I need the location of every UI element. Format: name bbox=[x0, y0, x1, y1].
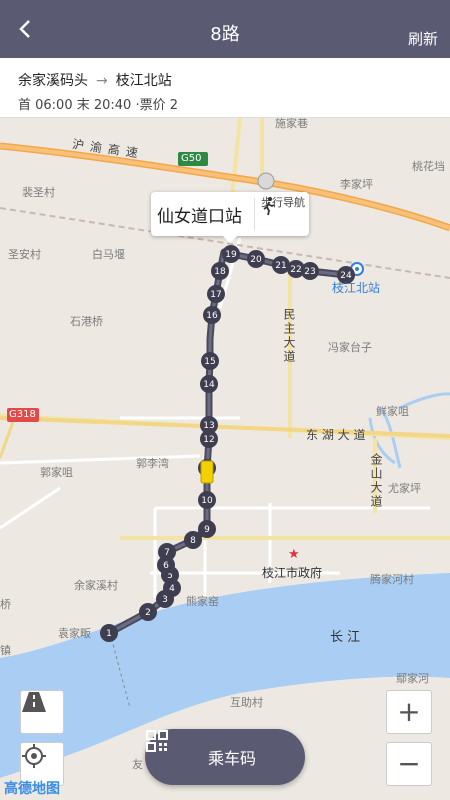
stop-marker: 14 bbox=[200, 375, 218, 393]
map-label: 枝江市政府 bbox=[262, 566, 323, 580]
walking-icon bbox=[263, 197, 275, 216]
page-title: 8路 bbox=[210, 24, 240, 45]
map-label: 袁家畈 bbox=[58, 627, 91, 640]
stop-marker: 18 bbox=[211, 262, 229, 280]
stop-marker: 10 bbox=[198, 491, 216, 509]
map-label: 腾家河村 bbox=[370, 573, 414, 586]
amap-logo: 高德地图 bbox=[4, 781, 60, 797]
bus-icon bbox=[200, 460, 214, 484]
map-label: G318 bbox=[9, 409, 36, 420]
svg-text:13: 13 bbox=[203, 421, 214, 431]
service-area-icon bbox=[257, 172, 275, 190]
zoom-out-button[interactable]: − bbox=[386, 742, 432, 786]
stop-marker: 17 bbox=[207, 285, 225, 303]
ride-qr-code-button[interactable]: 乘车码 bbox=[145, 729, 305, 785]
stop-marker: 19 bbox=[222, 245, 240, 263]
map-view[interactable]: ★ 1 2 3 4 5 6 7 8 9 10 11 12 13 14 15 16… bbox=[0, 118, 450, 800]
map-label: 施家巷 bbox=[275, 118, 308, 130]
stop-marker: 23 bbox=[301, 262, 319, 280]
stop-marker: 1 bbox=[100, 624, 118, 642]
map-label: 郭李湾 bbox=[136, 457, 169, 470]
map-label: 金山大道 bbox=[369, 453, 383, 509]
map-label: 裴圣村 bbox=[22, 186, 55, 199]
route-origin: 余家溪码头 bbox=[18, 73, 88, 89]
svg-text:19: 19 bbox=[225, 250, 237, 260]
route-schedule: 首 06:00 末 20:40 ·票价 2 bbox=[18, 98, 178, 113]
svg-text:12: 12 bbox=[203, 435, 214, 445]
map-label: 长 江 bbox=[330, 630, 361, 645]
svg-text:6: 6 bbox=[163, 561, 169, 571]
stop-marker: 15 bbox=[201, 352, 219, 370]
government-star-icon: ★ bbox=[288, 547, 300, 562]
end-stop-label: 枝江北站 bbox=[332, 281, 381, 295]
refresh-button[interactable]: 刷新 bbox=[408, 28, 438, 49]
route-direction[interactable]: 余家溪码头 → 枝江北站 bbox=[18, 70, 172, 90]
map-label: 白马堰 bbox=[92, 248, 125, 261]
svg-text:2: 2 bbox=[145, 608, 151, 618]
stop-marker: 13 bbox=[200, 416, 218, 434]
qr-code-icon bbox=[146, 730, 168, 752]
top-bar: 8路 刷新 bbox=[0, 0, 450, 58]
selected-stop-name: 仙女道口站 bbox=[157, 207, 242, 227]
svg-text:4: 4 bbox=[169, 584, 175, 594]
popup-divider bbox=[254, 198, 255, 230]
map-label: 互助村 bbox=[230, 696, 263, 709]
svg-text:20: 20 bbox=[250, 255, 262, 265]
svg-text:10: 10 bbox=[201, 496, 213, 506]
svg-text:21: 21 bbox=[275, 261, 286, 271]
zoom-in-button[interactable]: + bbox=[386, 690, 432, 734]
map-label: 李家坪 bbox=[340, 178, 373, 191]
map-label: 冯家台子 bbox=[328, 341, 372, 354]
map-label: 石港桥 bbox=[70, 315, 103, 328]
svg-text:3: 3 bbox=[162, 595, 168, 605]
map-label: 圣安村 bbox=[8, 248, 41, 261]
ride-qr-code-label: 乘车码 bbox=[207, 749, 256, 768]
map-label: 鲜家咀 bbox=[376, 405, 409, 418]
svg-text:16: 16 bbox=[206, 311, 218, 321]
direction-arrow-icon: → bbox=[96, 73, 108, 89]
map-label: 东 湖 大 道 bbox=[306, 428, 366, 442]
map-label: 熊家窑 bbox=[186, 595, 219, 608]
svg-text:18: 18 bbox=[214, 267, 226, 277]
stop-popup[interactable]: 仙女道口站 步行导航 bbox=[151, 192, 309, 243]
map-label: 镇 bbox=[0, 644, 11, 657]
popup-pointer bbox=[223, 236, 237, 243]
svg-text:8: 8 bbox=[190, 536, 196, 546]
map-label: 郭家咀 bbox=[40, 466, 73, 479]
svg-text:22: 22 bbox=[290, 265, 301, 275]
map-label: 余家溪村 bbox=[74, 579, 118, 592]
stop-marker: 20 bbox=[247, 250, 265, 268]
zoom-in-icon: + bbox=[397, 695, 421, 728]
stop-marker: 2 bbox=[139, 603, 157, 621]
stop-marker: 16 bbox=[203, 306, 221, 324]
walk-nav-button[interactable]: 步行导航 bbox=[259, 196, 307, 216]
svg-text:15: 15 bbox=[204, 357, 215, 367]
map-label: 桥 bbox=[0, 598, 11, 611]
svg-text:7: 7 bbox=[164, 548, 170, 558]
svg-text:14: 14 bbox=[203, 380, 215, 390]
route-destination: 枝江北站 bbox=[115, 73, 172, 89]
svg-text:17: 17 bbox=[210, 290, 221, 300]
stop-marker: 8 bbox=[184, 531, 202, 549]
stop-marker: 7 bbox=[158, 543, 176, 561]
road-icon bbox=[22, 692, 46, 712]
stop-marker: 9 bbox=[198, 520, 216, 538]
map-label: 鄢家河 bbox=[396, 672, 429, 685]
map-label: 桃花垱 bbox=[412, 160, 445, 173]
map-label: 尤家坪 bbox=[388, 482, 421, 495]
map-label: 民主大道 bbox=[282, 308, 296, 364]
svg-text:9: 9 bbox=[204, 525, 210, 535]
traffic-layer-button[interactable] bbox=[20, 690, 64, 734]
svg-text:23: 23 bbox=[304, 267, 315, 277]
zoom-out-icon: − bbox=[397, 747, 421, 780]
route-info-panel: 余家溪码头 → 枝江北站 首 06:00 末 20:40 ·票价 2 bbox=[0, 58, 450, 118]
map-label: G50 bbox=[181, 153, 202, 164]
map-label: 友 bbox=[132, 758, 143, 771]
svg-text:1: 1 bbox=[106, 629, 112, 639]
locate-icon bbox=[22, 744, 46, 768]
